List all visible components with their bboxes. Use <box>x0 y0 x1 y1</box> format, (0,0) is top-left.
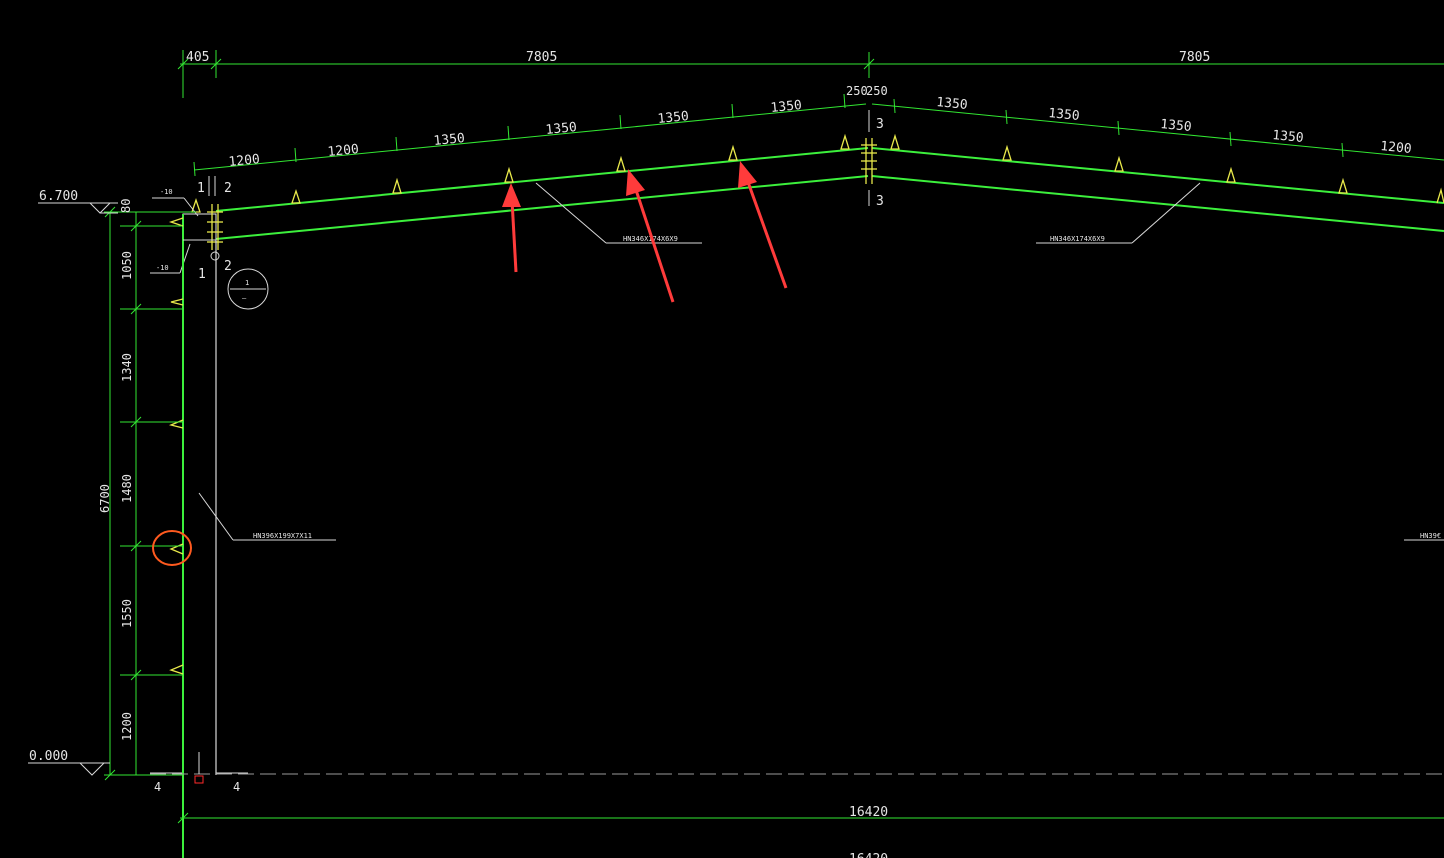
elevation-top: 6.700 <box>39 189 78 204</box>
rafter-dim-line-left <box>193 93 867 177</box>
rafter-dim-1200-b: 1200 <box>327 142 360 160</box>
section-mark-1-top: 1 <box>197 181 205 196</box>
section-mark-2-top: 2 <box>224 181 232 196</box>
top-dim-405: 405 <box>186 50 209 65</box>
section-mark-1-bottom: 1 <box>198 267 206 282</box>
col-dim-80: 80 <box>119 199 133 213</box>
top-dim-7805-right: 7805 <box>1179 50 1210 65</box>
annotation-arrows <box>502 161 788 303</box>
col-dim-1050: 1050 <box>120 251 134 280</box>
detail-bubble-number: 1 <box>245 279 249 287</box>
cad-drawing-canvas[interactable]: 405 7805 7805 1200 1200 1350 1350 1350 1… <box>0 0 1444 858</box>
ridge-dim-250-right: 250 <box>866 84 888 98</box>
column-girt-clips <box>168 217 184 675</box>
col-dim-1480: 1480 <box>120 474 134 503</box>
detail-bubble[interactable] <box>227 268 269 310</box>
rafter-dim-1200-a: 1200 <box>228 152 261 170</box>
section-mark-2-bottom: 2 <box>224 259 232 274</box>
rafter-dim-1350-a: 1350 <box>433 131 466 149</box>
bottom-span-16420-second: 16420 <box>849 852 888 858</box>
bottom-span-16420: 16420 <box>849 805 888 820</box>
elevation-bottom: 0.000 <box>29 749 68 764</box>
rafter-right[interactable] <box>871 147 1444 232</box>
rafter-dim-1350-d: 1350 <box>770 98 803 116</box>
column-label-right: HN39€ <box>1420 532 1441 540</box>
column-label: HN396X199X7X11 <box>253 532 312 540</box>
top-dim-7805-left: 7805 <box>526 50 557 65</box>
ridge-dim-250-left: 250 <box>846 84 868 98</box>
base-mark-right: 4 <box>233 780 240 794</box>
section-mark-3-top: 3 <box>876 117 884 132</box>
rafter-left[interactable] <box>215 147 869 240</box>
col-dim-1200: 1200 <box>120 712 134 741</box>
top-dimension-line <box>177 50 1444 98</box>
rafter-dim-1350-c: 1350 <box>657 109 690 127</box>
rafter-dim-1350-e: 1350 <box>936 95 969 113</box>
rafter-dim-1200-c: 1200 <box>1380 139 1413 157</box>
detail-bubble-sheet: — <box>242 294 247 302</box>
bottom-span-dimension <box>177 812 1444 824</box>
col-dim-1340: 1340 <box>120 353 134 382</box>
plate-mark-lower: -10 <box>156 264 169 272</box>
col-dim-total-6700: 6700 <box>98 484 112 513</box>
elevation-bottom-symbol <box>28 762 110 776</box>
plate-mark-upper: -10 <box>160 188 173 196</box>
col-dim-1550: 1550 <box>120 599 134 628</box>
rafter-label-right: HN346X174X6X9 <box>1050 235 1105 243</box>
rafter-dim-1350-h: 1350 <box>1272 128 1305 146</box>
section-mark-3-bottom: 3 <box>876 194 884 209</box>
rafter-label-right-leader <box>1036 182 1201 244</box>
rafter-dim-1350-f: 1350 <box>1048 106 1081 124</box>
ground-line <box>150 752 1444 784</box>
ridge-connection[interactable] <box>861 110 877 206</box>
base-mark-left: 4 <box>154 780 161 794</box>
rafter-dim-1350-g: 1350 <box>1160 117 1193 135</box>
rafter-dim-1350-b: 1350 <box>545 120 578 138</box>
rafter-label-left-leader <box>535 182 702 244</box>
purlin-clips <box>191 133 1444 213</box>
